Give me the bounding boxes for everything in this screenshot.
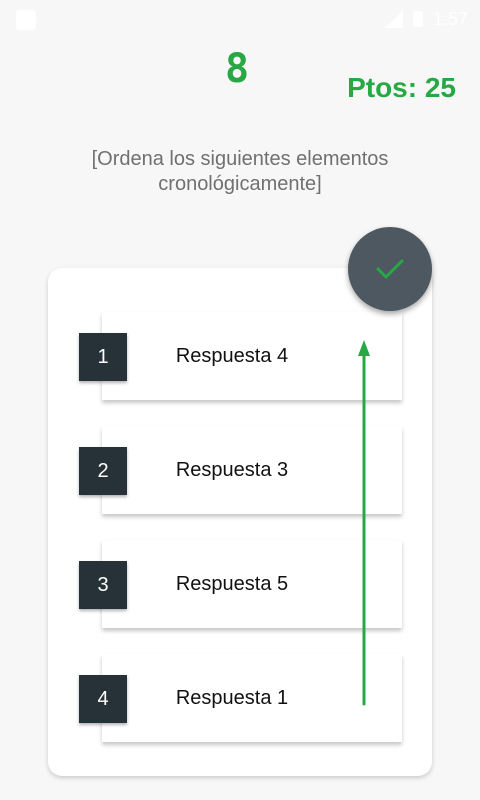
answer-label: Respuesta 1 [175, 687, 289, 709]
order-badge-2: 2 [79, 447, 127, 495]
answer-label: Respuesta 5 [175, 573, 289, 595]
answer-label: Respuesta 4 [175, 345, 289, 367]
score-label: Ptos: 25 [347, 72, 456, 103]
order-badge-3: 3 [79, 561, 127, 609]
status-time: 1:57 [432, 8, 468, 29]
battery-icon [412, 11, 423, 27]
order-badge-1: 1 [79, 333, 127, 381]
order-badge-4: 4 [79, 675, 127, 723]
status-icons: 1:57 [384, 8, 468, 30]
drag-arrow-icon [358, 340, 370, 706]
answer-label: Respuesta 3 [175, 459, 289, 481]
signal-icon [384, 10, 403, 28]
confirm-button[interactable] [348, 227, 432, 311]
check-icon [376, 259, 404, 279]
question-instruction: [Ordena los siguientes elementos cronoló… [91, 148, 389, 195]
app-notification-icon [16, 10, 36, 30]
status-bar: 1:57 [0, 0, 480, 38]
